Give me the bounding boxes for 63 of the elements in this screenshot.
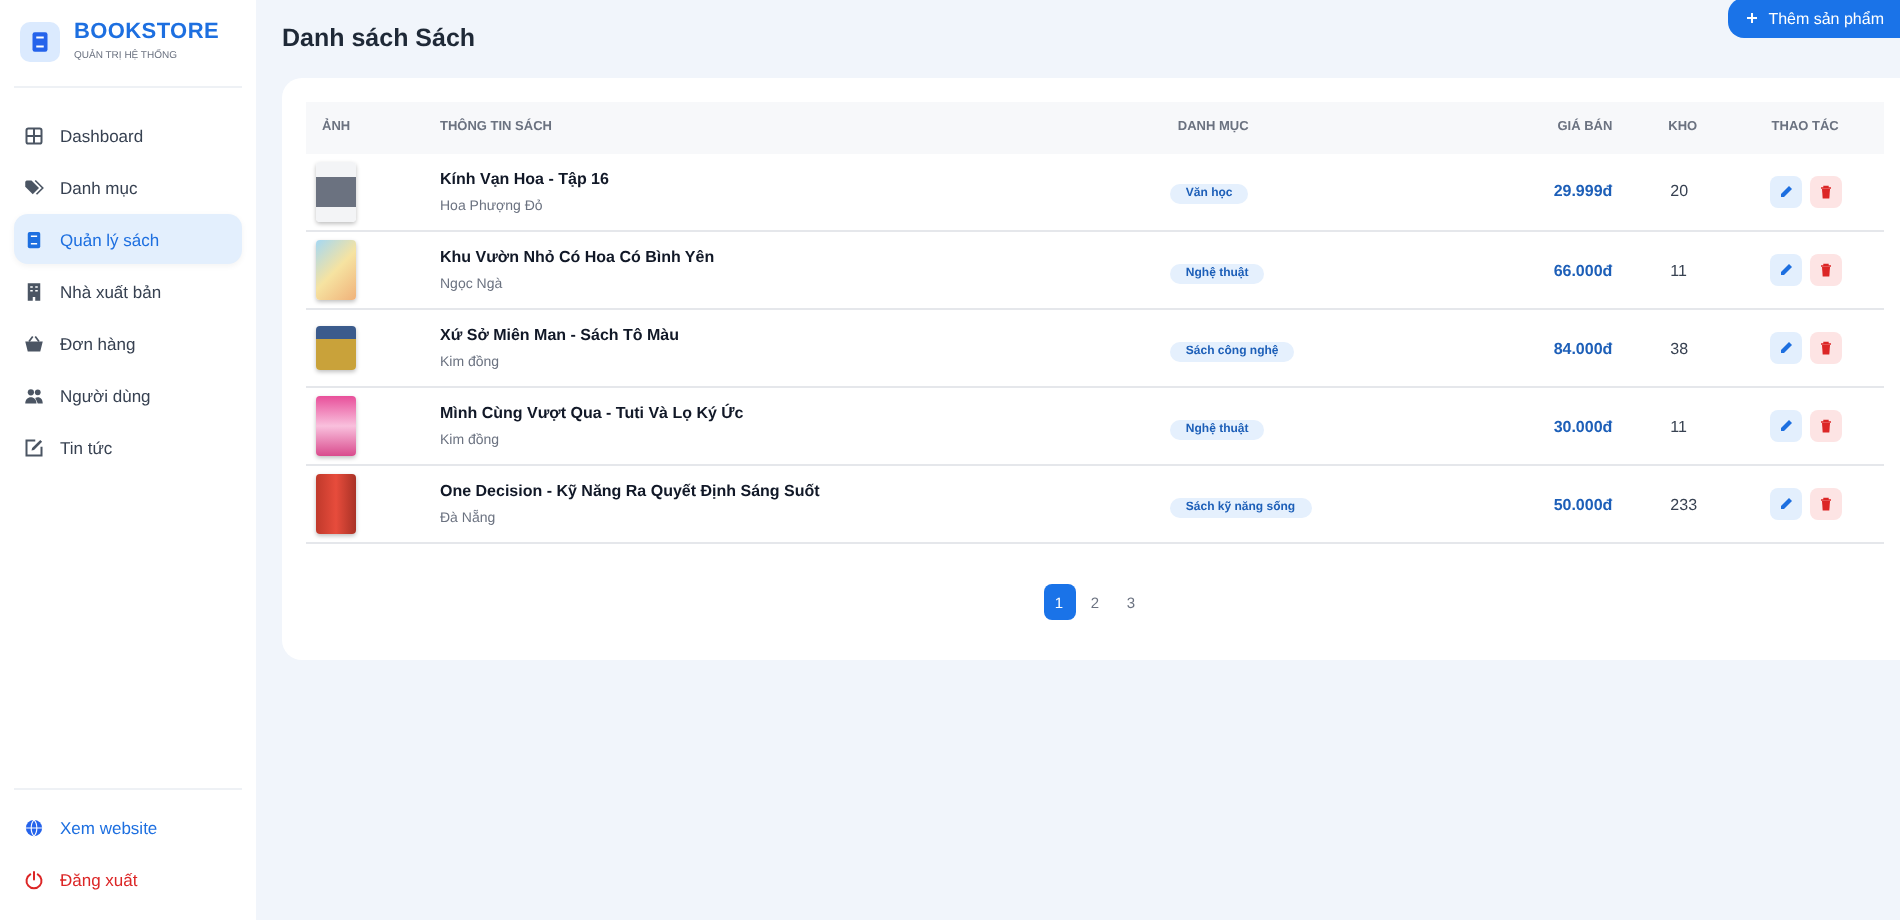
stock-cell: 233 — [1668, 465, 1727, 543]
stock-cell: 38 — [1668, 309, 1727, 387]
logout-link[interactable]: Đăng xuất — [14, 854, 242, 904]
price-cell: 29.999đ — [1449, 153, 1669, 231]
sidebar-item[interactable]: Đơn hàng — [14, 318, 242, 368]
grid-icon — [24, 125, 44, 145]
building-icon — [24, 281, 44, 301]
basket-icon — [24, 333, 44, 353]
pencil-icon — [1777, 183, 1794, 200]
power-icon — [24, 869, 44, 889]
edit-button[interactable] — [1769, 254, 1802, 286]
sidebar-item[interactable]: Tin tức — [14, 422, 242, 472]
sidebar-item[interactable]: Danh mục — [14, 162, 242, 212]
price-cell: 66.000đ — [1449, 231, 1669, 309]
pencil-icon — [1777, 262, 1794, 278]
book-title: Kính Vạn Hoa - Tập 16 — [440, 169, 611, 188]
delete-button[interactable] — [1809, 488, 1842, 520]
globe-icon — [24, 817, 44, 837]
sidebar-item[interactable]: Quản lý sách — [14, 214, 242, 264]
edit-button[interactable] — [1769, 410, 1802, 442]
stock-cell: 11 — [1668, 387, 1727, 465]
edit-button[interactable] — [1769, 175, 1802, 208]
trash-icon — [1817, 496, 1834, 512]
users-icon — [24, 385, 44, 405]
add-product-button[interactable]: Thêm sản phẩm — [1728, 0, 1900, 39]
book-title: Khu Vườn Nhỏ Có Hoa Có Bình Yên — [440, 248, 717, 266]
book-cover-image — [316, 161, 356, 222]
pencil-icon — [1777, 496, 1794, 512]
delete-button[interactable] — [1809, 254, 1842, 286]
tags-icon — [24, 177, 44, 197]
edit-button[interactable] — [1769, 488, 1802, 520]
edit-button[interactable] — [1769, 332, 1802, 364]
price-cell: 84.000đ — [1449, 309, 1669, 387]
website-link[interactable]: Xem website — [14, 802, 242, 852]
price-cell: 30.000đ — [1449, 387, 1669, 465]
sidebar-item[interactable]: Dashboard — [14, 110, 242, 160]
brand-name: BOOKSTORE — [74, 20, 219, 44]
book-icon — [28, 29, 52, 53]
book-cover-image — [316, 474, 356, 534]
book-title: One Decision - Kỹ Năng Ra Quyết Định Sáng Suốt — [440, 482, 822, 500]
trash-icon — [1817, 183, 1834, 200]
book-title: Mình Cùng Vượt Qua - Tuti Và Lọ Ký Ức — [440, 404, 746, 422]
plus-icon — [1744, 10, 1761, 27]
book-title: Xứ Sở Miên Man - Sách Tô Màu — [440, 326, 681, 344]
book-cover-image — [316, 396, 356, 456]
edit-icon — [24, 437, 44, 457]
stock-cell: 11 — [1668, 231, 1727, 309]
trash-icon — [1817, 418, 1834, 434]
trash-icon — [1817, 340, 1834, 356]
book-cover-image — [316, 326, 356, 370]
price-cell: 50.000đ — [1449, 465, 1669, 543]
book-icon — [24, 229, 44, 249]
delete-button[interactable] — [1809, 410, 1842, 442]
sidebar-item[interactable]: Người dùng — [14, 370, 242, 420]
pencil-icon — [1777, 418, 1794, 434]
delete-button[interactable] — [1809, 175, 1842, 208]
book-cover-image — [316, 240, 356, 300]
stock-cell: 20 — [1668, 153, 1727, 231]
pencil-icon — [1777, 340, 1794, 356]
sidebar-item[interactable]: Nhà xuất bản — [14, 266, 242, 316]
trash-icon — [1817, 262, 1834, 278]
page-title: Danh sách Sách — [282, 24, 476, 53]
delete-button[interactable] — [1809, 332, 1842, 364]
